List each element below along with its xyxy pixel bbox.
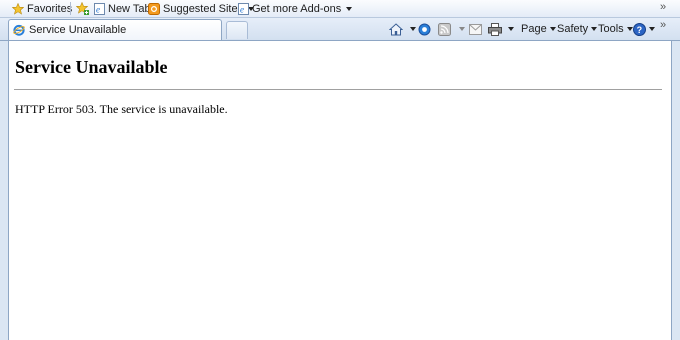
new-tab-link[interactable]: e New Tab [94,1,151,16]
svg-text:e: e [96,4,100,14]
mail-button[interactable] [469,21,482,37]
rss-icon [438,22,451,36]
page-heading: Service Unavailable [15,57,168,77]
feeds-icon [418,23,431,36]
overflow-chevron-icon: » [660,19,667,31]
mail-icon [469,23,482,35]
add-to-favorites-button[interactable] [76,1,89,16]
get-addons-link[interactable]: e Get more Add-ons [238,1,353,16]
tools-menu-label: Tools [598,23,624,35]
chevron-down-icon [508,27,514,31]
safety-menu-label: Safety [557,23,589,35]
add-favorite-icon [76,2,89,15]
favorites-label: Favorites [27,2,73,15]
page-content: Service Unavailable HTTP Error 503. The … [8,41,672,340]
ie-page-icon: e [94,2,105,15]
page-menu-button[interactable]: Page [521,21,556,37]
home-icon [389,22,403,36]
print-button[interactable] [488,21,514,37]
command-bar-overflow-button[interactable]: » [660,17,666,33]
error-message: HTTP Error 503. The service is unavailab… [15,102,228,116]
favorites-separator [70,2,71,15]
heading-divider [14,89,662,90]
favorites-overflow-button[interactable]: » [660,0,666,14]
star-icon [12,2,24,15]
tools-menu-button[interactable]: Tools [598,21,633,37]
print-icon [488,22,502,36]
chevron-down-icon [459,27,465,31]
favorites-button[interactable]: Favorites [12,1,72,16]
favorites-bar: Favorites e New Tab Suggested Sites e Ge… [0,0,680,18]
safety-menu-button[interactable]: Safety [557,21,598,37]
svg-text:?: ? [637,25,643,35]
page-menu-label: Page [521,23,547,35]
chevron-down-icon [410,27,416,31]
tab-row: Service Unavailable Page Safety Tools ? … [0,18,680,41]
ie-logo-icon [13,24,25,36]
tab-service-unavailable[interactable]: Service Unavailable [8,19,222,40]
rss-button[interactable] [438,21,465,37]
chevron-down-icon [626,27,633,31]
new-tab-button[interactable] [226,21,248,39]
svg-text:e: e [240,4,244,14]
suggested-sites-icon [148,2,160,15]
feeds-button[interactable] [418,21,431,37]
tab-title: Service Unavailable [29,24,127,36]
chevron-down-icon [346,6,353,11]
help-icon: ? [633,22,646,36]
ie-page-icon: e [238,2,249,15]
new-tab-label: New Tab [108,2,151,15]
get-addons-label: Get more Add-ons [252,2,342,15]
home-button[interactable] [389,21,416,37]
chevron-down-icon [549,27,556,31]
chevron-down-icon [649,27,655,31]
chevron-down-icon [591,27,598,31]
help-button[interactable]: ? [633,21,655,37]
overflow-chevron-icon: » [660,0,667,13]
suggested-sites-label: Suggested Sites [163,2,244,15]
